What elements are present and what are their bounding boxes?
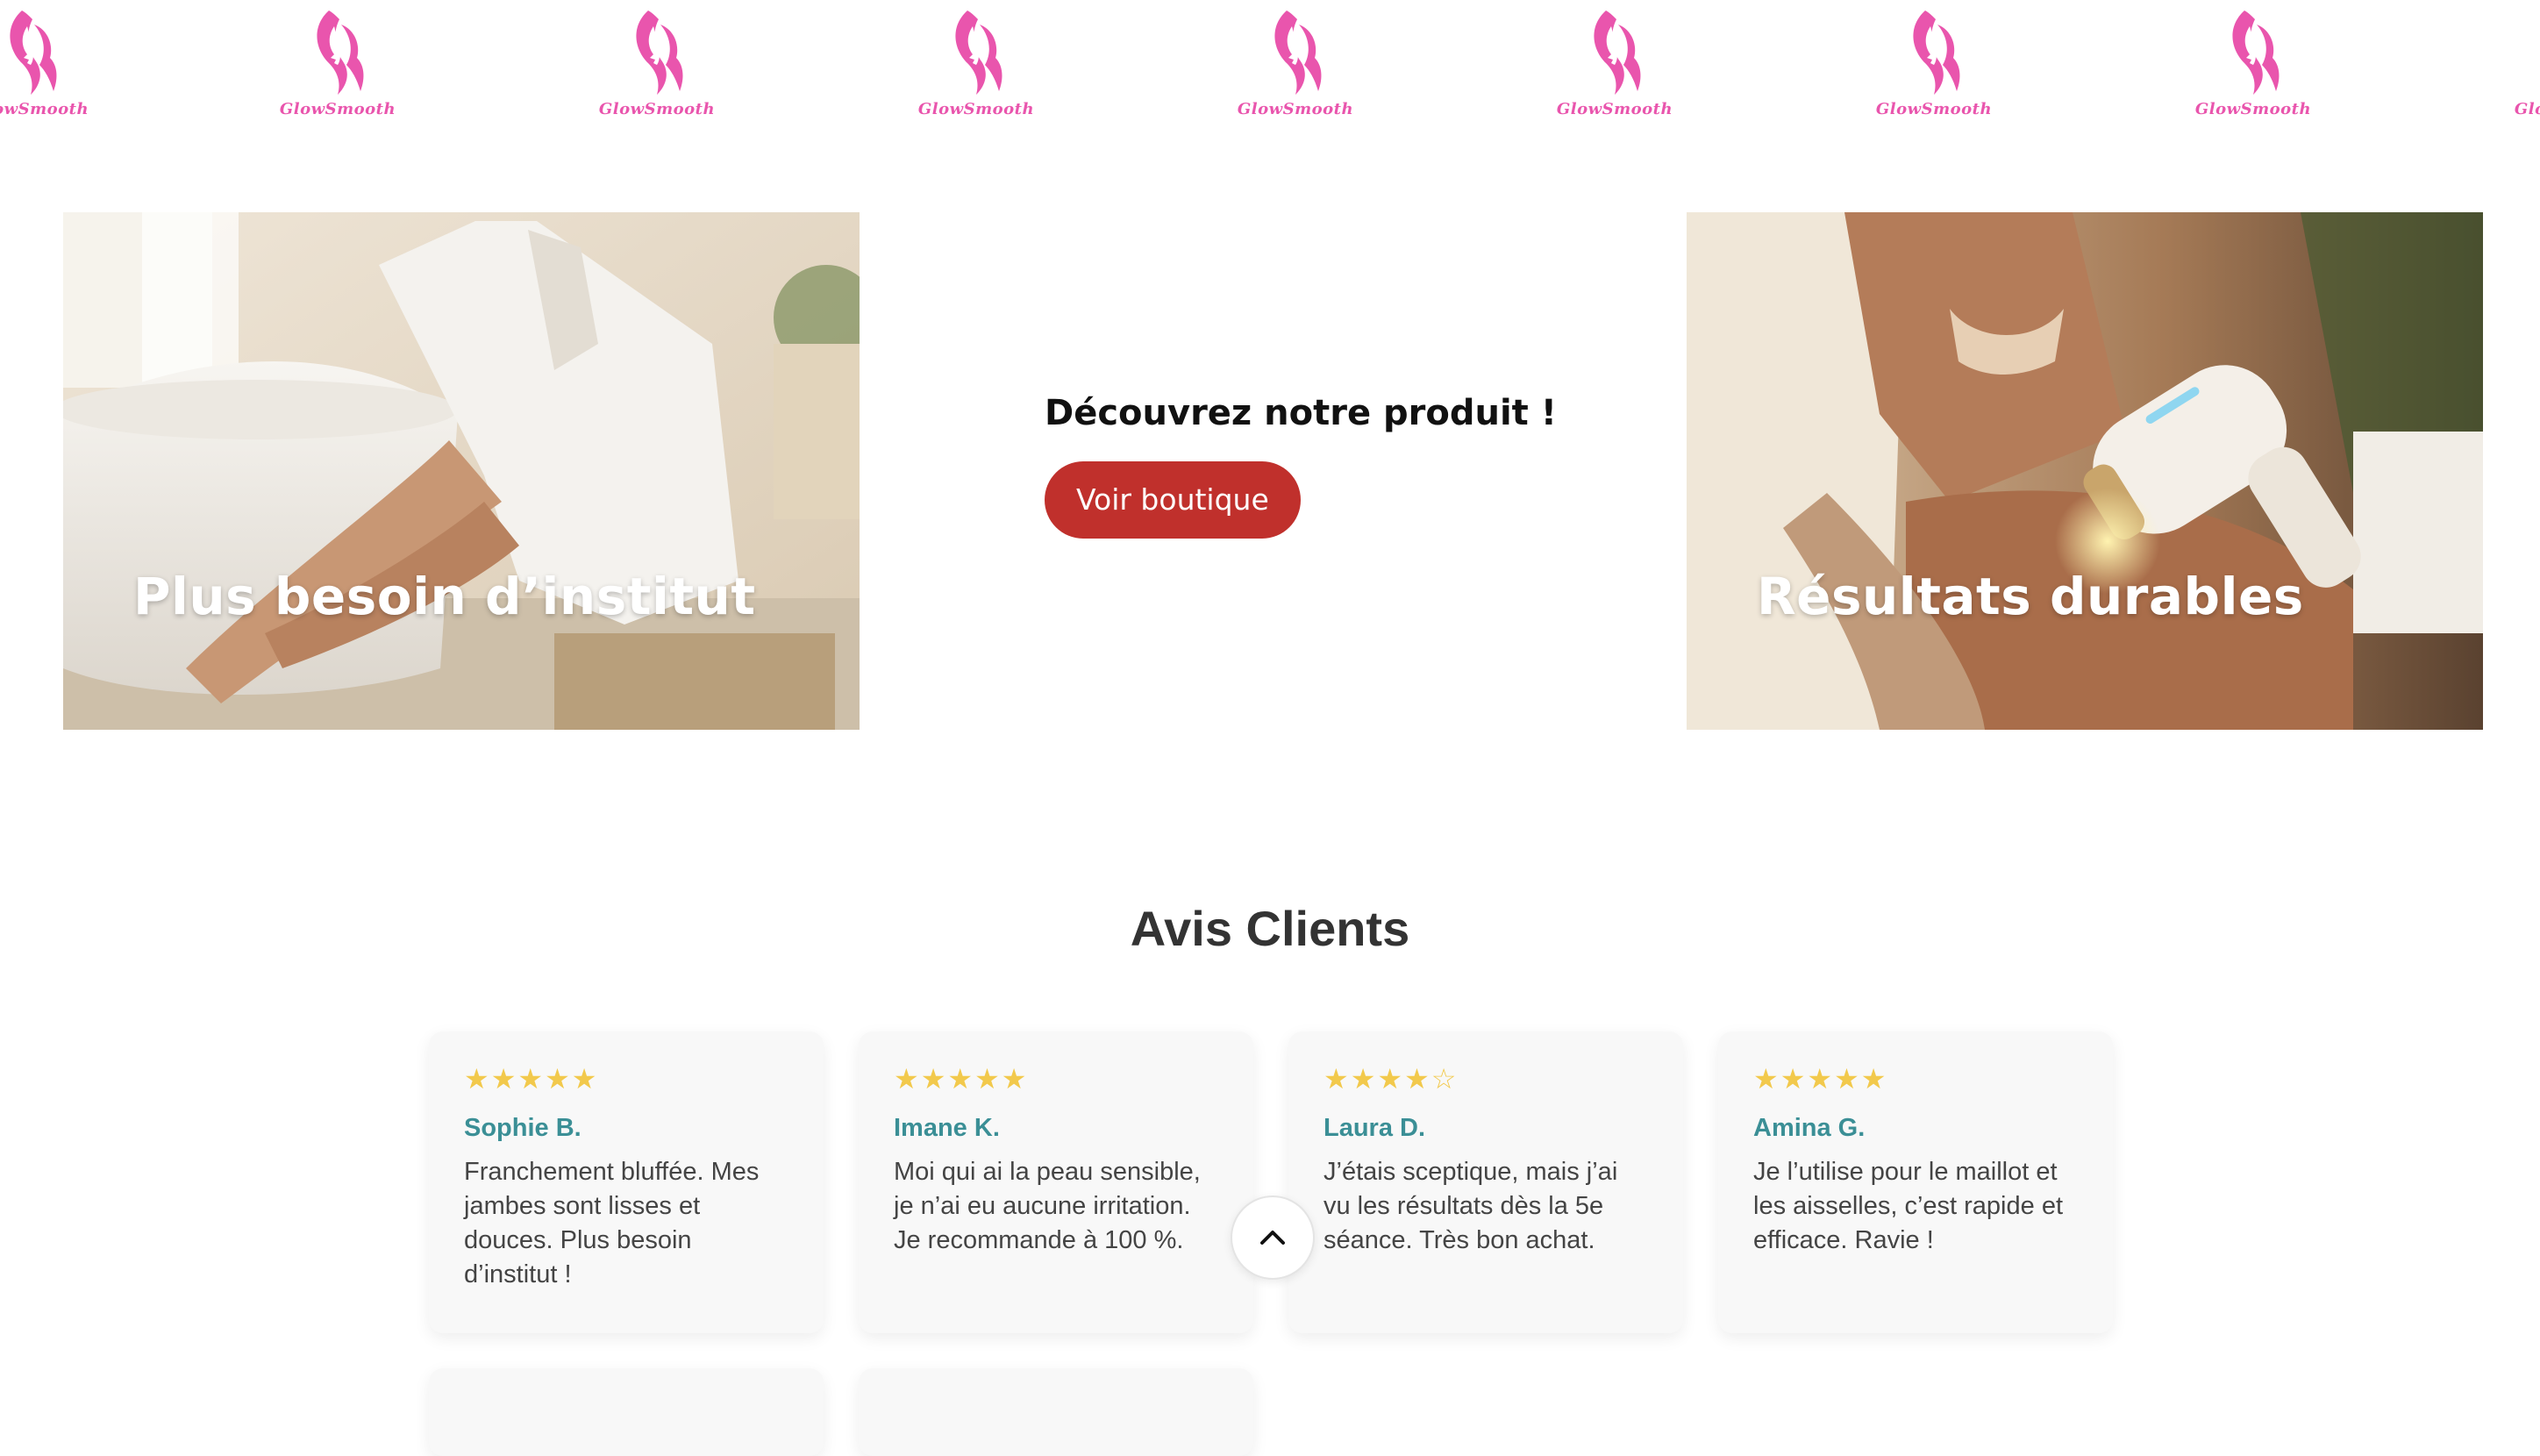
star-rating-icon: ★★★★★: [1753, 1063, 1888, 1095]
reviewer-name: Laura D.: [1324, 1114, 1426, 1142]
reviewer-name: Imane K.: [894, 1114, 1000, 1142]
woman-profile-icon: [636, 11, 683, 95]
brand-logo: GlowSmooth: [591, 7, 723, 121]
promo-heading: Découvrez notre produit !: [1045, 393, 1557, 433]
review-card: ★★★★★ Sophie B. Franchement bluffée. Mes…: [429, 1031, 824, 1333]
shop-button[interactable]: Voir boutique: [1045, 461, 1301, 539]
brand-logo-marquee: GlowSmooth GlowSmooth GlowSmooth GlowSmo…: [0, 0, 2540, 132]
brand-name: GlowSmooth: [2514, 100, 2540, 118]
brand-logo: GlowSmooth: [0, 7, 96, 121]
woman-profile-icon: [10, 11, 57, 95]
brand-logo: GlowSmooth: [1230, 7, 1361, 121]
feature-image-bathrobe: Plus besoin d’institut: [63, 212, 860, 730]
brand-logo: GlowSmooth: [272, 7, 403, 121]
brand-logo: GlowSmooth: [2187, 7, 2319, 121]
review-text: Moi qui ai la peau sensible, je n’ai eu …: [894, 1158, 1201, 1254]
reviewer-name: Sophie B.: [464, 1114, 581, 1142]
star-rating-icon: ★★★★★: [894, 1063, 1029, 1095]
woman-profile-icon: [2232, 11, 2280, 95]
brand-name: GlowSmooth: [0, 100, 89, 118]
review-card-partial: [859, 1368, 1253, 1456]
brand-name: GlowSmooth: [917, 100, 1035, 118]
review-card-partial: [429, 1368, 824, 1456]
woman-profile-icon: [1274, 11, 1322, 95]
brand-logo: GlowSmooth: [2507, 7, 2540, 121]
brand-logo: GlowSmooth: [1868, 7, 2000, 121]
brand-name: GlowSmooth: [1556, 100, 1673, 118]
woman-profile-icon: [1913, 11, 1960, 95]
brand-logo: GlowSmooth: [1549, 7, 1680, 121]
review-card: ★★★★★ Imane K. Moi qui ai la peau sensib…: [859, 1031, 1253, 1333]
promo-block: Découvrez notre produit ! Voir boutique: [1045, 393, 1557, 539]
ipl-device-on-leg-photo: [1687, 212, 2483, 730]
chevron-up-icon: [1260, 1231, 1285, 1245]
woman-in-bathrobe-photo: [63, 212, 860, 730]
brand-name: GlowSmooth: [279, 100, 396, 118]
brand-logo: GlowSmooth: [910, 7, 1042, 121]
review-text: Je l’utilise pour le maillot et les aiss…: [1753, 1158, 2063, 1254]
star-rating-icon: ★★★★☆: [1324, 1063, 1459, 1095]
brand-name: GlowSmooth: [2194, 100, 2312, 118]
review-text: Franchement bluffée. Mes jambes sont lis…: [464, 1158, 760, 1288]
review-card: ★★★★☆ Laura D. J’étais sceptique, mais j…: [1288, 1031, 1683, 1333]
woman-profile-icon: [317, 11, 364, 95]
feature-caption: Plus besoin d’institut: [133, 567, 756, 626]
woman-profile-icon: [1594, 11, 1641, 95]
scroll-to-top-button[interactable]: [1231, 1195, 1315, 1280]
reviews-title: Avis Clients: [1130, 901, 1410, 956]
review-card: ★★★★★ Amina G. Je l’utilise pour le mail…: [1718, 1031, 2113, 1333]
brand-name: GlowSmooth: [1875, 100, 1993, 118]
star-rating-icon: ★★★★★: [464, 1063, 599, 1095]
feature-image-device: Résultats durables: [1687, 212, 2483, 730]
brand-name: GlowSmooth: [1237, 100, 1354, 118]
reviewer-name: Amina G.: [1753, 1114, 1866, 1142]
brand-name: GlowSmooth: [598, 100, 716, 118]
woman-profile-icon: [955, 11, 1002, 95]
review-text: J’étais sceptique, mais j’ai vu les résu…: [1324, 1158, 1618, 1254]
feature-caption: Résultats durables: [1757, 567, 2304, 626]
